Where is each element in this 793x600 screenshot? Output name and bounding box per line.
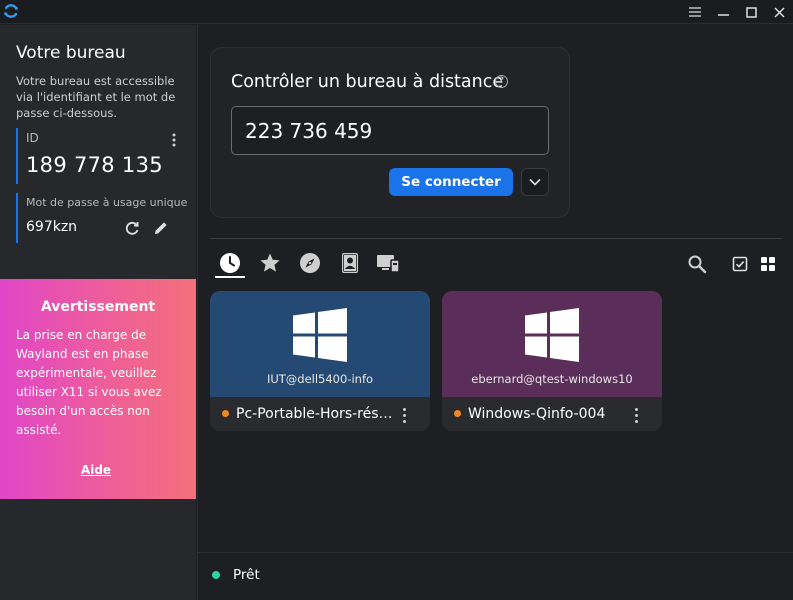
- your-desktop-title: Votre bureau: [16, 43, 126, 63]
- compass-icon: [300, 253, 320, 273]
- peer-card[interactable]: IUT@dell5400-info Pc-Portable-Hors-résea…: [210, 291, 430, 431]
- windows-logo-icon: [293, 308, 347, 366]
- peer-footer: Windows-Qinfo-004: [442, 397, 662, 431]
- active-tab-indicator: [215, 276, 245, 278]
- status-ready-dot: [212, 571, 220, 579]
- hamburger-menu-icon[interactable]: [681, 0, 709, 24]
- peer-username: IUT@dell5400-info: [266, 372, 374, 386]
- status-text: Prêt: [233, 567, 260, 583]
- peer-name: Windows-Qinfo-004: [468, 406, 606, 422]
- select-checkbox-icon[interactable]: [729, 253, 751, 275]
- peer-more-icon[interactable]: [630, 406, 642, 424]
- star-icon: [260, 253, 280, 272]
- maximize-icon[interactable]: [737, 0, 765, 24]
- title-bar: [0, 0, 793, 24]
- warning-title: Avertissement: [40, 299, 156, 315]
- tab-recent[interactable]: [216, 249, 244, 277]
- peer-footer: Pc-Portable-Hors-réseau: [210, 397, 430, 431]
- peer-thumbnail: ebernard@qtest-windows10: [442, 291, 662, 397]
- windows-logo-icon: [525, 308, 579, 366]
- password-section: Mot de passe à usage unique 697kzn: [16, 193, 188, 243]
- password-label: Mot de passe à usage unique: [26, 196, 188, 209]
- peer-status-dot: [454, 410, 461, 417]
- id-more-icon[interactable]: [172, 132, 176, 151]
- refresh-icon[interactable]: [123, 219, 141, 241]
- peer-status-dot: [222, 410, 229, 417]
- close-icon[interactable]: [765, 0, 793, 24]
- peer-username: ebernard@qtest-windows10: [471, 372, 633, 386]
- remote-id-input[interactable]: [231, 106, 549, 155]
- status-bar: Prêt: [198, 552, 793, 600]
- section-divider: [210, 238, 782, 239]
- tab-group[interactable]: [374, 249, 402, 277]
- your-desktop-description: Votre bureau est accessible via l'identi…: [16, 74, 176, 120]
- connect-button[interactable]: Se connecter: [389, 168, 513, 196]
- search-icon[interactable]: [686, 253, 708, 275]
- left-panel: Votre bureau Votre bureau est accessible…: [0, 25, 196, 600]
- peer-name: Pc-Portable-Hors-réseau: [236, 406, 396, 422]
- devices-icon: [377, 255, 400, 273]
- remote-control-card: Contrôler un bureau à distance ? Se conn…: [210, 47, 570, 218]
- edit-icon[interactable]: [152, 219, 170, 241]
- minimize-icon[interactable]: [709, 0, 737, 24]
- peer-thumbnail: IUT@dell5400-info: [210, 291, 430, 397]
- main-area: Contrôler un bureau à distance ? Se conn…: [197, 25, 793, 600]
- tab-favorites[interactable]: [256, 249, 284, 277]
- clock-icon: [220, 253, 240, 273]
- help-icon[interactable]: ?: [495, 75, 508, 88]
- wayland-warning: Avertissement La prise en charge de Wayl…: [0, 279, 196, 499]
- warning-text: La prise en charge de Wayland est en pha…: [16, 328, 162, 437]
- peer-card[interactable]: ebernard@qtest-windows10 Windows-Qinfo-0…: [442, 291, 662, 431]
- id-label: ID: [26, 131, 39, 145]
- grid-view-icon[interactable]: [757, 253, 779, 275]
- remote-control-title: Contrôler un bureau à distance: [231, 72, 504, 92]
- address-book-icon: [342, 253, 358, 273]
- chevron-down-icon: [529, 178, 541, 186]
- peer-more-icon[interactable]: [398, 406, 410, 424]
- tab-address-book[interactable]: [336, 249, 364, 277]
- id-section: ID 189 778 135: [16, 128, 186, 184]
- help-link[interactable]: Aide: [0, 463, 192, 477]
- id-value[interactable]: 189 778 135: [26, 153, 186, 177]
- rustdesk-logo-icon: [3, 3, 19, 19]
- connect-options-dropdown[interactable]: [521, 168, 549, 196]
- tab-discovered[interactable]: [296, 249, 324, 277]
